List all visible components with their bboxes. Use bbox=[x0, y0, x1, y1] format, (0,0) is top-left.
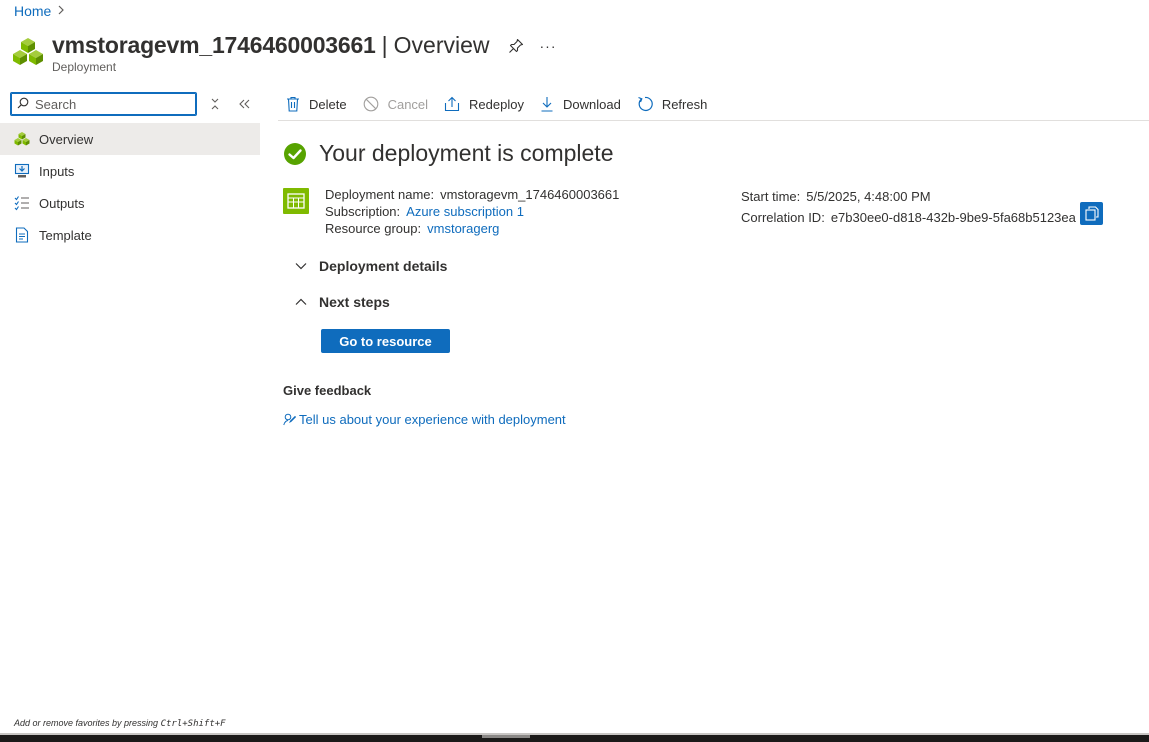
taskbar-strip bbox=[0, 735, 1149, 742]
deployment-info-left: Deployment name: vmstoragevm_174646000366… bbox=[325, 186, 619, 237]
outputs-icon bbox=[14, 195, 30, 211]
deployment-details-toggle[interactable]: Deployment details bbox=[291, 258, 447, 274]
sidebar-search-row bbox=[0, 88, 260, 120]
chevron-right-icon bbox=[57, 4, 65, 18]
clear-search-icon[interactable] bbox=[201, 92, 229, 116]
sidebar-item-inputs[interactable]: Inputs bbox=[0, 155, 260, 187]
title-separator: | bbox=[381, 32, 388, 58]
page-subtitle: Deployment bbox=[52, 60, 117, 74]
more-options-icon[interactable]: ··· bbox=[540, 38, 557, 54]
deployment-cubes-icon bbox=[14, 131, 30, 147]
favorites-hint-keys: Ctrl+Shift+F bbox=[160, 719, 226, 729]
subscription-link[interactable]: Azure subscription 1 bbox=[406, 204, 524, 219]
sidebar-item-label: Overview bbox=[39, 131, 94, 147]
chevron-down-icon bbox=[291, 262, 311, 270]
cancel-circle-icon bbox=[363, 96, 379, 112]
sidebar: Overview Inputs Outputs Template bbox=[0, 88, 260, 251]
redeploy-label: Redeploy bbox=[469, 96, 524, 112]
delete-button[interactable]: Delete bbox=[286, 88, 347, 120]
breadcrumb: Home bbox=[14, 3, 65, 19]
favorites-hint-text: Add or remove favorites by pressing bbox=[14, 718, 161, 728]
inputs-icon bbox=[14, 163, 30, 179]
deployment-info-right: Start time: 5/5/2025, 4:48:00 PM Correlat… bbox=[741, 186, 1076, 228]
success-check-icon bbox=[283, 142, 307, 166]
refresh-icon bbox=[637, 96, 653, 112]
pin-icon[interactable] bbox=[508, 38, 524, 54]
search-input[interactable] bbox=[35, 96, 185, 112]
taskbar-indicator bbox=[482, 735, 530, 738]
start-time-value: 5/5/2025, 4:48:00 PM bbox=[806, 189, 931, 204]
page-title: vmstoragevm_1746460003661 bbox=[52, 32, 376, 58]
status-title: Your deployment is complete bbox=[319, 140, 614, 166]
go-to-resource-button[interactable]: Go to resource bbox=[321, 329, 450, 353]
cancel-button[interactable]: Cancel bbox=[363, 88, 428, 120]
page-header: vmstoragevm_1746460003661 | Overview ···… bbox=[12, 32, 557, 74]
next-steps-toggle[interactable]: Next steps bbox=[291, 294, 390, 310]
upload-icon bbox=[444, 96, 460, 112]
feedback-link-label: Tell us about your experience with deplo… bbox=[299, 412, 566, 427]
command-bar: Delete Cancel Redeploy Download Refresh bbox=[278, 88, 1149, 121]
refresh-label: Refresh bbox=[661, 96, 708, 112]
sidebar-nav: Overview Inputs Outputs Template bbox=[0, 123, 260, 251]
sidebar-item-outputs[interactable]: Outputs bbox=[0, 187, 260, 219]
correlation-id-value: e7b30ee0-d818-432b-9be9-5fa68b5123ea bbox=[830, 210, 1076, 225]
redeploy-button[interactable]: Redeploy bbox=[444, 88, 524, 120]
trash-icon bbox=[286, 96, 300, 112]
breadcrumb-home-link[interactable]: Home bbox=[14, 3, 51, 19]
collapse-sidebar-icon[interactable] bbox=[231, 92, 259, 116]
start-time-label: Start time: bbox=[741, 189, 801, 204]
subscription-label: Subscription: bbox=[325, 204, 401, 219]
feedback-person-icon bbox=[283, 413, 296, 426]
refresh-button[interactable]: Refresh bbox=[637, 88, 708, 120]
resource-group-link[interactable]: vmstoragerg bbox=[427, 221, 499, 236]
deployment-name-value: vmstoragevm_1746460003661 bbox=[440, 187, 620, 202]
template-icon bbox=[14, 227, 30, 243]
next-steps-label: Next steps bbox=[319, 294, 390, 310]
download-icon bbox=[540, 96, 554, 112]
search-icon bbox=[17, 97, 29, 112]
feedback-link[interactable]: Tell us about your experience with deplo… bbox=[283, 412, 566, 427]
deployment-table-icon bbox=[283, 188, 309, 214]
sidebar-item-template[interactable]: Template bbox=[0, 219, 260, 251]
main-content: Your deployment is complete Deployment n… bbox=[283, 140, 1103, 427]
sidebar-item-label: Template bbox=[39, 227, 92, 243]
sidebar-item-label: Outputs bbox=[39, 195, 85, 211]
delete-label: Delete bbox=[309, 96, 347, 112]
download-label: Download bbox=[562, 96, 621, 112]
deployment-cubes-icon bbox=[12, 36, 44, 68]
download-button[interactable]: Download bbox=[540, 88, 621, 120]
status-row: Your deployment is complete bbox=[283, 140, 614, 167]
resource-group-label: Resource group: bbox=[325, 221, 422, 236]
deployment-name-label: Deployment name: bbox=[325, 187, 435, 202]
deployment-details-label: Deployment details bbox=[319, 258, 448, 274]
cancel-label: Cancel bbox=[387, 96, 429, 112]
correlation-id-label: Correlation ID: bbox=[741, 210, 825, 225]
sidebar-item-label: Inputs bbox=[39, 163, 75, 179]
chevron-up-icon bbox=[291, 298, 311, 306]
copy-icon[interactable] bbox=[1080, 202, 1103, 225]
search-box[interactable] bbox=[10, 92, 197, 116]
feedback-title: Give feedback bbox=[283, 383, 372, 398]
favorites-hint: Add or remove favorites by pressing Ctrl… bbox=[14, 718, 226, 729]
page-section-title: Overview bbox=[393, 32, 490, 58]
sidebar-item-overview[interactable]: Overview bbox=[0, 123, 260, 155]
